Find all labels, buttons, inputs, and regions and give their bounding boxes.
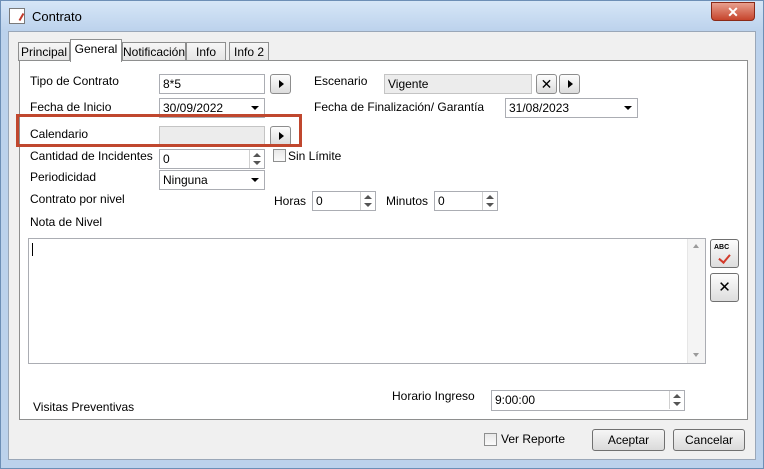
spin-buttons[interactable]	[669, 391, 684, 409]
fecha-inicio-label: Fecha de Inicio	[30, 100, 112, 114]
play-arrow-icon	[568, 80, 573, 88]
escenario-field[interactable]: Vigente	[384, 74, 532, 94]
spin-buttons[interactable]	[482, 192, 497, 210]
horario-ingreso-time[interactable]: 9:00:00	[491, 390, 685, 411]
tab-general[interactable]: General	[70, 39, 122, 62]
app-edit-icon	[9, 8, 25, 24]
nota-nivel-label: Nota de Nivel	[30, 215, 103, 229]
cancelar-button[interactable]: Cancelar	[673, 429, 745, 451]
close-icon: ✕	[718, 279, 731, 296]
spin-down-icon	[673, 402, 681, 406]
escenario-label: Escenario	[314, 74, 368, 88]
contrato-window: Contrato ✕ Principal General Notificació…	[0, 0, 764, 469]
chevron-down-icon	[251, 106, 259, 110]
text-caret	[32, 243, 33, 256]
fecha-fin-value: 31/08/2023	[509, 101, 570, 115]
cantidad-incidentes-label: Cantidad de Incidentes	[30, 149, 153, 163]
ver-reporte-checkbox[interactable]	[484, 433, 497, 446]
spellcheck-icon: ABC	[714, 244, 730, 251]
chevron-down-icon	[624, 106, 632, 110]
chevron-down-icon	[251, 178, 259, 182]
spin-down-icon	[486, 203, 494, 207]
cantidad-incidentes-stepper[interactable]: 0	[159, 149, 265, 169]
spin-up-icon	[673, 394, 681, 398]
escenario-clear-button[interactable]: ✕	[536, 74, 557, 94]
ver-reporte-label: Ver Reporte	[501, 432, 566, 446]
calendario-highlight-box	[16, 114, 302, 147]
horario-ingreso-value: 9:00:00	[495, 393, 536, 407]
scroll-up-icon	[693, 244, 699, 248]
spin-buttons[interactable]	[360, 192, 375, 210]
tab-info[interactable]: Info	[186, 42, 226, 61]
periodicidad-select[interactable]: Ninguna	[159, 170, 265, 190]
tab-notificacion[interactable]: Notificación	[122, 42, 186, 61]
tipo-contrato-select-button[interactable]	[270, 74, 291, 94]
tipo-contrato-field[interactable]: 8*5	[159, 74, 265, 94]
checkmark-icon	[718, 251, 731, 264]
cantidad-incidentes-value: 0	[163, 152, 170, 166]
sin-limite-checkbox[interactable]	[273, 149, 286, 162]
tab-principal[interactable]: Principal	[18, 42, 70, 61]
minutos-value: 0	[438, 194, 445, 208]
dialog-body: Principal General Notificación Info Info…	[8, 31, 756, 460]
tipo-contrato-label: Tipo de Contrato	[30, 74, 119, 88]
spellcheck-button[interactable]: ABC	[710, 239, 739, 268]
fecha-fin-label: Fecha de Finalización/ Garantía	[314, 100, 485, 114]
tab-info-2[interactable]: Info 2	[229, 42, 269, 61]
horas-stepper[interactable]: 0	[312, 191, 376, 211]
clear-note-button[interactable]: ✕	[710, 273, 739, 302]
spin-up-icon	[486, 195, 494, 199]
textarea-scrollbar[interactable]	[687, 239, 705, 363]
spin-buttons[interactable]	[249, 150, 264, 168]
spin-down-icon	[364, 203, 372, 207]
minutos-stepper[interactable]: 0	[434, 191, 498, 211]
close-icon: ✕	[540, 76, 553, 92]
window-title: Contrato	[32, 9, 82, 24]
spin-up-icon	[364, 195, 372, 199]
minutos-label: Minutos	[386, 194, 429, 208]
periodicidad-value: Ninguna	[163, 173, 208, 187]
play-arrow-icon	[279, 80, 284, 88]
spin-up-icon	[253, 153, 261, 157]
close-window-button[interactable]: ✕	[711, 2, 755, 21]
scroll-down-icon	[693, 353, 699, 357]
horas-value: 0	[316, 194, 323, 208]
fecha-fin-picker[interactable]: 31/08/2023	[505, 98, 638, 118]
horario-ingreso-label: Horario Ingreso	[392, 389, 475, 403]
periodicidad-label: Periodicidad	[30, 170, 97, 184]
visitas-preventivas-label: Visitas Preventivas	[33, 400, 135, 414]
horas-label: Horas	[274, 194, 307, 208]
sin-limite-label: Sin Límite	[288, 149, 342, 163]
fecha-inicio-value: 30/09/2022	[163, 101, 224, 115]
close-icon: ✕	[727, 4, 739, 20]
aceptar-button[interactable]: Aceptar	[592, 429, 665, 451]
title-bar[interactable]: Contrato ✕	[1, 1, 763, 31]
spin-down-icon	[253, 161, 261, 165]
contrato-por-nivel-label: Contrato por nivel	[30, 192, 125, 206]
nota-nivel-textarea[interactable]	[28, 238, 706, 364]
escenario-select-button[interactable]	[559, 74, 580, 94]
